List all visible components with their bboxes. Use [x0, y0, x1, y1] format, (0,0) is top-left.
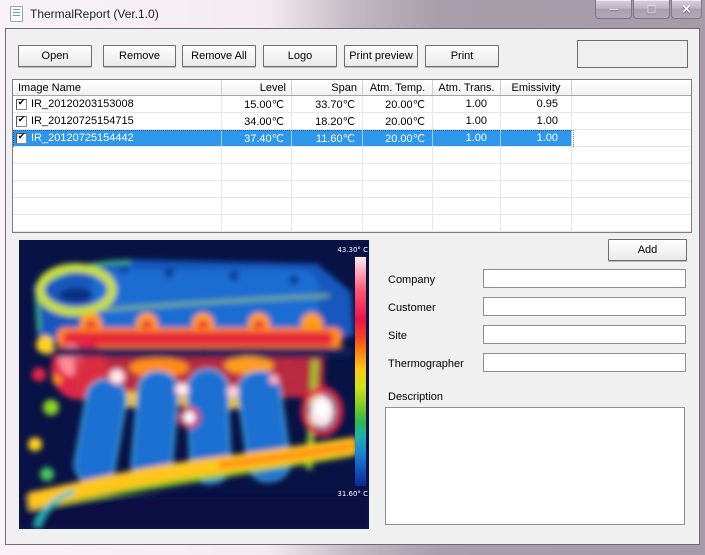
empty-row: [13, 215, 691, 232]
column-header-empty: [572, 80, 691, 95]
row-checkbox[interactable]: ✔: [16, 116, 27, 127]
row-checkbox[interactable]: ✔: [16, 99, 27, 110]
temperature-scale-bar: [355, 257, 366, 486]
maximize-button[interactable]: □: [633, 0, 670, 19]
atm-trans-value: 1.00: [433, 113, 501, 129]
column-header-emissivity[interactable]: Emissivity: [501, 80, 572, 95]
customer-label: Customer: [388, 302, 436, 314]
description-field[interactable]: [385, 407, 685, 525]
emissivity-value: 1.00: [501, 113, 572, 129]
thermographer-label: Thermographer: [388, 358, 464, 370]
column-header-image-name[interactable]: Image Name: [13, 80, 222, 95]
image-name: IR_20120725154442: [31, 132, 134, 144]
scale-max-label: 43.30° C: [337, 246, 368, 254]
close-icon: ×: [681, 2, 692, 17]
app-document-icon[interactable]: [10, 6, 23, 22]
close-button[interactable]: ×: [671, 0, 702, 19]
add-button[interactable]: Add: [608, 239, 687, 261]
empty-row: [13, 181, 691, 198]
scale-min-label: 31.60° C: [337, 490, 368, 498]
atm-trans-value: 1.00: [433, 96, 501, 112]
company-field[interactable]: [483, 269, 686, 288]
print-button[interactable]: Print: [425, 45, 499, 67]
company-label: Company: [388, 274, 435, 286]
span-value: 11.60℃: [292, 130, 363, 146]
level-value: 15.00℃: [222, 96, 292, 112]
column-header-span[interactable]: Span: [292, 80, 363, 95]
empty-row: [13, 147, 691, 164]
empty-row: [13, 164, 691, 181]
open-button[interactable]: Open: [18, 45, 92, 67]
thermographer-field[interactable]: [483, 353, 686, 372]
table-row[interactable]: ✔IR_20120203153008 15.00℃ 33.70℃ 20.00℃ …: [13, 96, 691, 113]
customer-field[interactable]: [483, 297, 686, 316]
empty-row: [13, 198, 691, 215]
image-name: IR_20120725154715: [31, 115, 134, 127]
window-controls: — □ ×: [594, 0, 702, 19]
remove-button[interactable]: Remove: [103, 45, 176, 67]
row-checkbox[interactable]: ✔: [16, 133, 27, 144]
atm-trans-value: 1.00: [433, 130, 501, 146]
logo-button[interactable]: Logo: [263, 45, 337, 67]
table-row-selected[interactable]: ✔IR_20120725154442 37.40℃ 11.60℃ 20.00℃ …: [13, 130, 691, 147]
minimize-icon: —: [609, 4, 619, 15]
check-icon: ✔: [18, 99, 26, 108]
print-preview-button[interactable]: Print preview: [344, 45, 418, 67]
image-list-table: Image Name Level Span Atm. Temp. Atm. Tr…: [12, 79, 692, 233]
column-header-atm-temp[interactable]: Atm. Temp.: [363, 80, 433, 95]
maximize-icon: □: [647, 4, 656, 15]
window-title: ThermalReport (Ver.1.0): [30, 7, 159, 21]
column-header-atm-trans[interactable]: Atm. Trans.: [433, 80, 501, 95]
check-icon: ✔: [18, 133, 26, 142]
span-value: 18.20℃: [292, 113, 363, 129]
site-label: Site: [388, 330, 407, 342]
emissivity-value: 1.00: [501, 130, 572, 146]
image-name: IR_20120203153008: [31, 98, 134, 110]
logo-preview-box: [577, 40, 688, 68]
site-field[interactable]: [483, 325, 686, 344]
span-value: 33.70℃: [292, 96, 363, 112]
description-label: Description: [388, 391, 443, 403]
check-icon: ✔: [18, 116, 26, 125]
level-value: 34.00℃: [222, 113, 292, 129]
table-row[interactable]: ✔IR_20120725154715 34.00℃ 18.20℃ 20.00℃ …: [13, 113, 691, 130]
column-header-level[interactable]: Level: [222, 80, 292, 95]
table-header: Image Name Level Span Atm. Temp. Atm. Tr…: [13, 80, 691, 96]
remove-all-button[interactable]: Remove All: [182, 45, 256, 67]
emissivity-value: 0.95: [501, 96, 572, 112]
atm-temp-value: 20.00℃: [363, 96, 433, 112]
titlebar[interactable]: ThermalReport (Ver.1.0) — □ ×: [0, 0, 705, 28]
atm-temp-value: 20.00℃: [363, 113, 433, 129]
level-value: 37.40℃: [222, 130, 292, 146]
thermal-image: 43.30° C 31.60° C: [19, 240, 369, 529]
minimize-button[interactable]: —: [595, 0, 632, 19]
atm-temp-value: 20.00℃: [363, 130, 433, 146]
